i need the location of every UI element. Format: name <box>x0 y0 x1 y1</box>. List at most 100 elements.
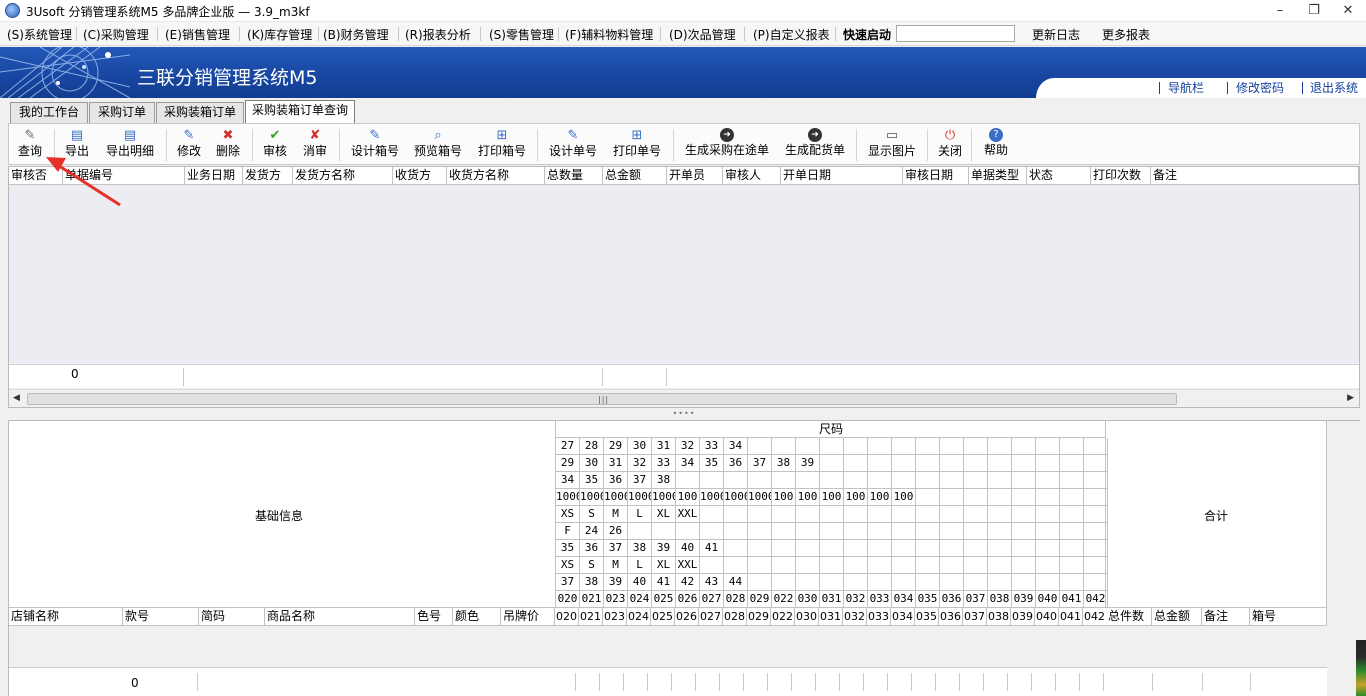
col-header-size-code[interactable]: 038 <box>987 608 1011 626</box>
generate-purchase-transit-button[interactable]: ➜ 生成采购在途单 <box>682 128 772 164</box>
col-header-size-code[interactable]: 022 <box>771 608 795 626</box>
col-header-size-code[interactable]: 020 <box>555 608 579 626</box>
size-cell <box>964 438 988 455</box>
scrollbar-thumb[interactable]: ||| <box>27 393 1177 405</box>
tab-purchase-packing-order[interactable]: 采购装箱订单 <box>156 102 244 123</box>
col-header-total-pieces[interactable]: 总件数 <box>1106 608 1152 626</box>
col-header-size-code[interactable]: 028 <box>723 608 747 626</box>
pane-splitter[interactable]: •••• <box>670 410 698 418</box>
edit-button[interactable]: ✎ 修改 <box>175 128 203 164</box>
menu-system[interactable]: (S)系统管理 <box>7 26 72 43</box>
col-header-reviewer[interactable]: 审核人 <box>723 167 781 185</box>
col-header-doc-number[interactable]: 单据编号 <box>63 167 185 185</box>
col-header-tag-price[interactable]: 吊牌价 <box>501 608 555 626</box>
show-picture-button[interactable]: ▭ 显示图片 <box>865 128 919 164</box>
close-tab-button[interactable]: ⏻ 关闭 <box>936 128 964 164</box>
col-header-shipper-name[interactable]: 发货方名称 <box>293 167 393 185</box>
col-header-size-code[interactable]: 024 <box>627 608 651 626</box>
minimize-button[interactable]: – <box>1266 2 1294 20</box>
order-detail-body[interactable] <box>9 626 1327 667</box>
col-header-total-qty[interactable]: 总数量 <box>545 167 603 185</box>
col-header-size-code[interactable]: 042 <box>1083 608 1107 626</box>
menu-purchase[interactable]: (C)采购管理 <box>83 26 149 43</box>
col-header-remark-detail[interactable]: 备注 <box>1202 608 1250 626</box>
export-button[interactable]: ▤ 导出 <box>63 128 91 164</box>
col-header-create-date[interactable]: 开单日期 <box>781 167 903 185</box>
col-header-size-code[interactable]: 030 <box>795 608 819 626</box>
menu-inventory[interactable]: (K)库存管理 <box>247 26 312 43</box>
approve-button[interactable]: ✔ 审核 <box>261 128 289 164</box>
col-header-size-code[interactable]: 037 <box>963 608 987 626</box>
col-header-color[interactable]: 颜色 <box>453 608 501 626</box>
col-header-size-code[interactable]: 034 <box>891 608 915 626</box>
col-header-approved[interactable]: 审核否 <box>9 167 63 185</box>
col-header-size-code[interactable]: 039 <box>1011 608 1035 626</box>
col-header-doc-type[interactable]: 单据类型 <box>969 167 1027 185</box>
col-header-size-code[interactable]: 033 <box>867 608 891 626</box>
col-header-size-code[interactable]: 032 <box>843 608 867 626</box>
col-header-size-code[interactable]: 021 <box>579 608 603 626</box>
col-header-shipper[interactable]: 发货方 <box>243 167 293 185</box>
col-header-short-code[interactable]: 简码 <box>199 608 265 626</box>
menu-reports[interactable]: (R)报表分析 <box>405 26 471 43</box>
design-order-number-button[interactable]: ✎ 设计单号 <box>546 128 600 164</box>
export-detail-button[interactable]: ▤ 导出明细 <box>103 128 157 164</box>
change-password-link[interactable]: 修改密码 <box>1236 79 1284 96</box>
print-order-number-button[interactable]: ⊞ 打印单号 <box>610 128 664 164</box>
col-header-receiver-name[interactable]: 收货方名称 <box>447 167 545 185</box>
col-header-status[interactable]: 状态 <box>1027 167 1091 185</box>
horizontal-scrollbar[interactable]: ◀ ||| ▶ <box>9 389 1359 407</box>
scroll-right-arrow-icon[interactable]: ▶ <box>1347 393 1354 403</box>
col-header-size-code[interactable]: 031 <box>819 608 843 626</box>
col-header-total-amount-detail[interactable]: 总金额 <box>1152 608 1202 626</box>
more-reports-link[interactable]: 更多报表 <box>1102 26 1150 43</box>
menu-finance[interactable]: (B)财务管理 <box>323 26 389 43</box>
query-button[interactable]: ✎ 查询 <box>15 128 45 164</box>
col-header-store-name[interactable]: 店铺名称 <box>9 608 123 626</box>
col-header-total-amount[interactable]: 总金额 <box>603 167 667 185</box>
menu-custom-reports[interactable]: (P)自定义报表 <box>753 26 830 43</box>
tab-workbench[interactable]: 我的工作台 <box>10 102 88 123</box>
close-button[interactable]: ✕ <box>1334 2 1362 20</box>
design-box-number-button[interactable]: ✎ 设计箱号 <box>348 128 402 164</box>
quick-start-input[interactable] <box>896 25 1015 42</box>
col-header-size-code[interactable]: 027 <box>699 608 723 626</box>
col-header-size-code[interactable]: 041 <box>1059 608 1083 626</box>
order-list-body[interactable] <box>9 185 1359 363</box>
menu-materials[interactable]: (F)辅料物料管理 <box>565 26 653 43</box>
preview-box-number-button[interactable]: ⌕ 预览箱号 <box>411 128 465 164</box>
tab-purchase-order[interactable]: 采购订单 <box>89 102 155 123</box>
col-header-print-count[interactable]: 打印次数 <box>1091 167 1151 185</box>
print-box-number-button[interactable]: ⊞ 打印箱号 <box>475 128 529 164</box>
size-cell <box>916 506 940 523</box>
changelog-link[interactable]: 更新日志 <box>1032 26 1080 43</box>
col-header-color-code[interactable]: 色号 <box>415 608 453 626</box>
generate-distribution-button[interactable]: ➜ 生成配货单 <box>782 128 848 164</box>
col-header-remark[interactable]: 备注 <box>1151 167 1359 185</box>
col-header-business-date[interactable]: 业务日期 <box>185 167 243 185</box>
unapprove-button[interactable]: ✘ 消审 <box>301 128 329 164</box>
nav-bar-link[interactable]: 导航栏 <box>1168 79 1204 96</box>
col-header-size-code[interactable]: 035 <box>915 608 939 626</box>
menu-retail[interactable]: (S)零售管理 <box>489 26 554 43</box>
col-header-style-no[interactable]: 款号 <box>123 608 199 626</box>
tab-purchase-packing-query[interactable]: 采购装箱订单查询 <box>245 100 355 123</box>
col-header-product-name[interactable]: 商品名称 <box>265 608 415 626</box>
col-header-size-code[interactable]: 036 <box>939 608 963 626</box>
logout-link[interactable]: 退出系统 <box>1310 79 1358 96</box>
col-header-size-code[interactable]: 023 <box>603 608 627 626</box>
col-header-size-code[interactable]: 040 <box>1035 608 1059 626</box>
col-header-box-no[interactable]: 箱号 <box>1250 608 1327 626</box>
col-header-size-code[interactable]: 025 <box>651 608 675 626</box>
delete-button[interactable]: ✖ 删除 <box>214 128 242 164</box>
col-header-creator[interactable]: 开单员 <box>667 167 723 185</box>
scroll-left-arrow-icon[interactable]: ◀ <box>13 393 20 403</box>
menu-sales[interactable]: (E)销售管理 <box>165 26 230 43</box>
menu-defective[interactable]: (D)次品管理 <box>669 26 736 43</box>
col-header-review-date[interactable]: 审核日期 <box>903 167 969 185</box>
maximize-button[interactable]: ❐ <box>1300 2 1328 20</box>
col-header-size-code[interactable]: 029 <box>747 608 771 626</box>
col-header-receiver[interactable]: 收货方 <box>393 167 447 185</box>
help-button[interactable]: ? 帮助 <box>982 128 1010 164</box>
col-header-size-code[interactable]: 026 <box>675 608 699 626</box>
